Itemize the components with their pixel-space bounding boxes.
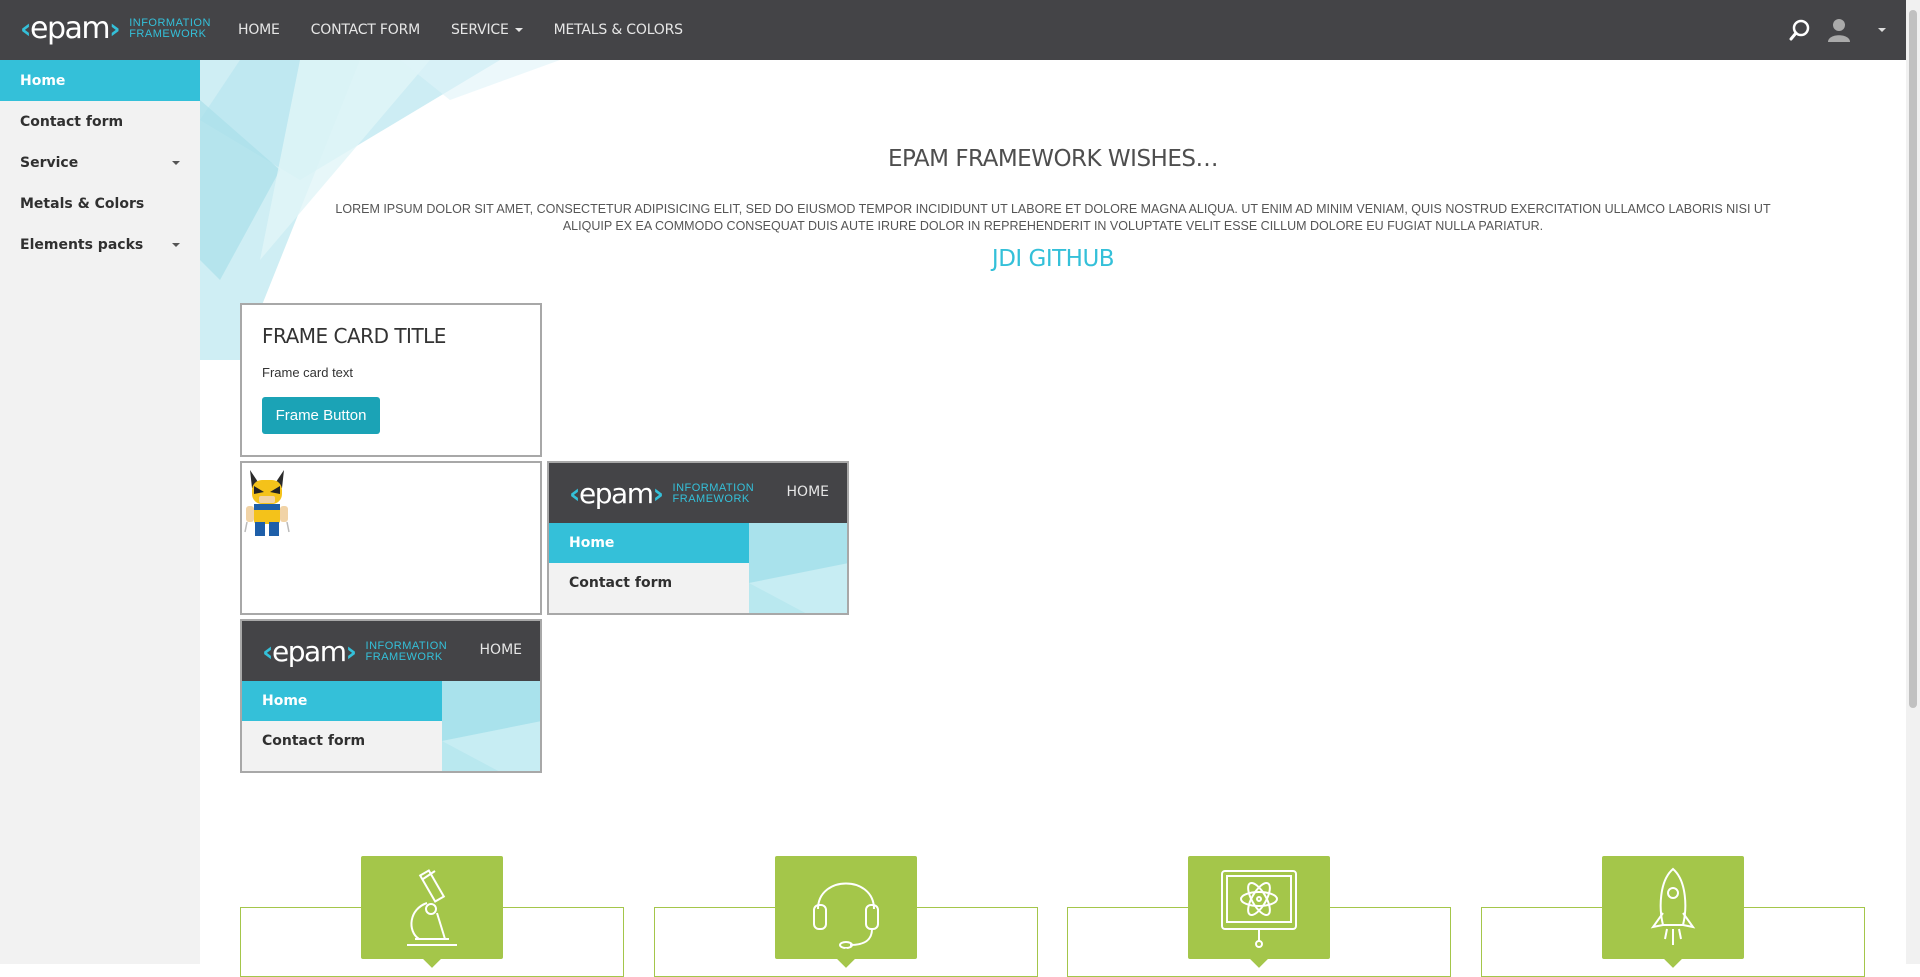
top-nav-metals-colors[interactable]: METALS & COLORS [554,22,683,38]
search-icon[interactable] [1788,18,1812,42]
sidebar-item-elements-packs[interactable]: Elements packs [0,224,200,265]
mini-sidebar-item-home[interactable]: Home [549,523,749,563]
mini-background [749,523,847,613]
wolverine-image [244,470,290,536]
monitor-atom-icon [1188,856,1330,968]
caret-down-icon [514,28,523,32]
epam-logo: ‹ epam › INFORMATION FRAMEWORK [262,635,448,668]
top-icons [1774,0,1886,60]
top-nav-contact-form[interactable]: CONTACT FORM [311,22,421,38]
chevron-down-icon[interactable] [1878,28,1886,32]
frame-button[interactable]: Frame Button [262,397,380,434]
mini-sidebar-item-contact-form[interactable]: Contact form [242,721,442,761]
sidebar-item-metals-colors[interactable]: Metals & Colors [0,183,200,224]
mini-header: ‹ epam › INFORMATION FRAMEWORK HOME [242,621,540,681]
mini-epam-frame-1: ‹ epam › INFORMATION FRAMEWORK HOME Home Co… [547,461,849,615]
sidebar-item-home[interactable]: Home [0,60,200,101]
main-title: EPAM FRAMEWORK WISHES… [888,146,1218,172]
frame-card-title: FRAME CARD TITLE [262,324,446,348]
wolverine-frame [240,461,542,615]
sidebar-item-contact-form[interactable]: Contact form [0,101,200,142]
logo-subtitle: INFORMATION FRAMEWORK [129,17,211,40]
main-text: LOREM IPSUM DOLOR SIT AMET, CONSECTETUR … [335,202,1771,233]
epam-logo: ‹ epam › INFORMATION FRAMEWORK [569,477,755,510]
mini-sidebar: Home Contact form [549,523,749,613]
rocket-icon [1602,856,1744,968]
sidebar: Home Contact form Service Metals & Color… [0,60,200,964]
scrollbar-thumb[interactable] [1909,10,1917,708]
user-icon[interactable] [1826,17,1852,43]
microscope-icon [361,856,503,968]
caret-down-icon [172,160,180,165]
headset-icon [775,856,917,968]
logo-word: ‹ epam › [20,11,121,46]
mini-sidebar-item-home[interactable]: Home [242,681,442,721]
sidebar-item-service[interactable]: Service [0,142,200,183]
frame-card-text: Frame card text [262,365,354,380]
jdi-github-link[interactable]: JDI GITHUB [200,246,1906,272]
top-nav-service[interactable]: SERVICE [451,22,523,38]
mini-epam-frame-2: ‹ epam › INFORMATION FRAMEWORK HOME Home Co… [240,619,542,773]
frame-card: FRAME CARD TITLE Frame card text Frame B… [240,303,542,457]
main-content: EPAM FRAMEWORK WISHES… LOREM IPSUM DOLOR… [200,60,1906,964]
caret-down-icon [172,242,180,247]
mini-sidebar-item-contact-form[interactable]: Contact form [549,563,749,603]
mini-home-link[interactable]: HOME [787,484,829,500]
mini-home-link[interactable]: HOME [480,642,522,658]
mini-sidebar: Home Contact form [242,681,442,771]
page-scrollbar[interactable] [1906,0,1920,964]
mini-header: ‹ epam › INFORMATION FRAMEWORK HOME [549,463,847,523]
top-nav-home[interactable]: HOME [238,22,280,38]
top-nav: HOME CONTACT FORM SERVICE METALS & COLOR… [238,0,714,60]
mini-background [442,681,540,771]
top-header: ‹ epam › INFORMATION FRAMEWORK HOME CONTAC… [0,0,1906,60]
epam-logo[interactable]: ‹ epam › INFORMATION FRAMEWORK [20,14,211,44]
